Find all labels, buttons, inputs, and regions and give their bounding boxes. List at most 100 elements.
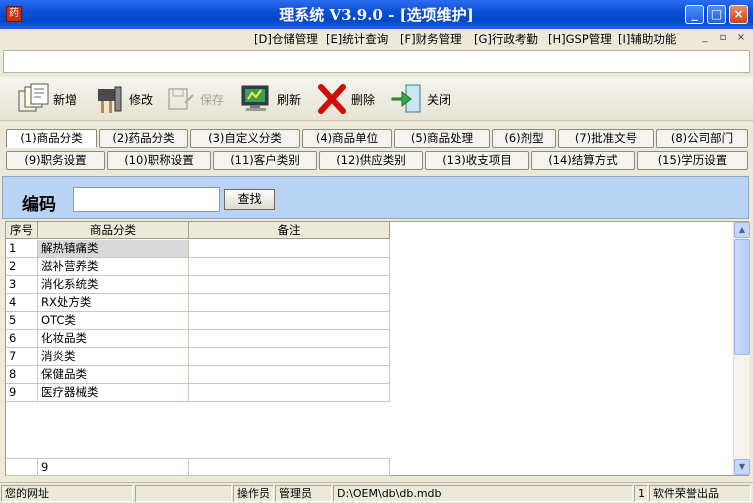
save-label: 保存 bbox=[200, 92, 225, 107]
tab-customer-type[interactable]: (11)客户类别 bbox=[213, 151, 317, 170]
tab-income-expense[interactable]: (13)收支项目 bbox=[425, 151, 529, 170]
index-cell[interactable]: 9 bbox=[6, 384, 38, 402]
refresh-label: 刷新 bbox=[277, 92, 302, 107]
title-bar: 药 理系统 V3.9.0 - [选项维护] _ □ × bbox=[0, 0, 753, 29]
menu-tools[interactable]: [I]辅助功能 bbox=[618, 31, 676, 47]
save-button[interactable]: 保存 bbox=[165, 82, 224, 116]
header-index[interactable]: 序号 bbox=[6, 222, 38, 239]
remark-cell[interactable] bbox=[189, 348, 390, 366]
category-cell[interactable]: 消炎类 bbox=[38, 348, 189, 366]
category-cell[interactable]: 滋补营养类 bbox=[38, 258, 189, 276]
tab-education[interactable]: (15)学历设置 bbox=[637, 151, 748, 170]
remark-cell[interactable] bbox=[189, 384, 390, 402]
close-window-button[interactable]: × bbox=[729, 5, 748, 24]
tab-product-handling[interactable]: (5)商品处理 bbox=[394, 129, 490, 148]
mdi-minimize-icon[interactable]: _ bbox=[698, 32, 712, 45]
menu-statistics[interactable]: [E]统计查询 bbox=[326, 31, 388, 47]
remark-cell[interactable] bbox=[189, 240, 390, 258]
menu-gsp[interactable]: [H]GSP管理 bbox=[548, 31, 612, 47]
menu-finance[interactable]: [F]财务管理 bbox=[400, 31, 462, 47]
edit-label: 修改 bbox=[129, 92, 154, 107]
remark-cell[interactable] bbox=[189, 294, 390, 312]
save-disk-icon bbox=[168, 88, 194, 110]
category-cell[interactable]: OTC类 bbox=[38, 312, 189, 330]
table-row[interactable]: 9 医疗器械类 bbox=[6, 384, 390, 402]
footer-index-cell bbox=[6, 458, 38, 476]
menu-bar: [D]仓储管理 [E]统计查询 [F]财务管理 [G]行政考勤 [H]GSP管理… bbox=[0, 29, 753, 48]
tab-job-settings[interactable]: (9)职务设置 bbox=[6, 151, 105, 170]
table-row[interactable]: 6 化妆品类 bbox=[6, 330, 390, 348]
table-row[interactable]: 4 RX处方类 bbox=[6, 294, 390, 312]
new-document-icon bbox=[18, 83, 49, 112]
menu-admin[interactable]: [G]行政考勤 bbox=[474, 31, 538, 47]
new-button[interactable]: 新增 bbox=[16, 82, 77, 116]
index-cell[interactable]: 7 bbox=[6, 348, 38, 366]
exit-door-icon bbox=[391, 84, 421, 113]
index-cell[interactable]: 8 bbox=[6, 366, 38, 384]
table-row[interactable]: 3 消化系统类 bbox=[6, 276, 390, 294]
scroll-down-icon[interactable]: ▼ bbox=[734, 459, 750, 475]
table-row[interactable]: 7 消炎类 bbox=[6, 348, 390, 366]
scroll-up-icon[interactable]: ▲ bbox=[734, 222, 750, 238]
menu-storage[interactable]: [D]仓储管理 bbox=[254, 31, 318, 47]
find-button[interactable]: 查找 bbox=[224, 189, 275, 210]
table-row[interactable]: 2 滋补营养类 bbox=[6, 258, 390, 276]
status-operator-label: 操作员 bbox=[233, 485, 274, 502]
category-cell[interactable]: 保健品类 bbox=[38, 366, 189, 384]
maximize-button[interactable]: □ bbox=[707, 5, 726, 24]
remark-cell[interactable] bbox=[189, 330, 390, 348]
data-grid: 序号 商品分类 备注 1 解热镇痛类 2 滋补营养类 3 消化系统类 4 RX处方类 5 OTC类… bbox=[5, 221, 750, 476]
category-cell[interactable]: RX处方类 bbox=[38, 294, 189, 312]
status-db-path: D:\OEM\db\db.mdb bbox=[333, 485, 633, 502]
new-label: 新增 bbox=[53, 92, 78, 107]
mdi-close-icon[interactable]: × bbox=[734, 32, 748, 45]
tab-company-department[interactable]: (8)公司部门 bbox=[656, 129, 748, 148]
remark-cell[interactable] bbox=[189, 276, 390, 294]
minimize-button[interactable]: _ bbox=[685, 5, 704, 24]
status-operator: 管理员 bbox=[275, 485, 332, 502]
status-bar: 您的网址 操作员 管理员 D:\OEM\db\db.mdb 1 软件荣誉出品 bbox=[0, 482, 753, 503]
remark-cell[interactable] bbox=[189, 366, 390, 384]
index-cell[interactable]: 5 bbox=[6, 312, 38, 330]
table-row[interactable]: 8 保健品类 bbox=[6, 366, 390, 384]
close-button[interactable]: 关闭 bbox=[390, 82, 451, 116]
scroll-thumb[interactable] bbox=[734, 239, 750, 355]
window-title: 理系统 V3.9.0 - [选项维护] bbox=[279, 6, 474, 24]
mdi-restore-icon[interactable]: ▫ bbox=[716, 32, 730, 45]
remark-cell[interactable] bbox=[189, 258, 390, 276]
category-cell[interactable]: 解热镇痛类 bbox=[38, 240, 189, 258]
category-cell[interactable]: 消化系统类 bbox=[38, 276, 189, 294]
code-input[interactable] bbox=[73, 187, 220, 212]
header-remark[interactable]: 备注 bbox=[189, 222, 390, 239]
tab-approval-number[interactable]: (7)批准文号 bbox=[558, 129, 654, 148]
edit-button[interactable]: 修改 bbox=[94, 82, 153, 116]
tab-product-unit[interactable]: (4)商品单位 bbox=[302, 129, 392, 148]
index-cell[interactable]: 4 bbox=[6, 294, 38, 312]
status-credit: 软件荣誉出品 bbox=[649, 485, 751, 502]
tab-supplier-type[interactable]: (12)供应类别 bbox=[319, 151, 423, 170]
footer-remark-cell bbox=[189, 458, 390, 476]
index-cell[interactable]: 3 bbox=[6, 276, 38, 294]
tab-dosage-form[interactable]: (6)剂型 bbox=[492, 129, 556, 148]
vertical-scrollbar[interactable]: ▲ ▼ bbox=[733, 222, 750, 475]
header-category[interactable]: 商品分类 bbox=[38, 222, 189, 239]
index-cell[interactable]: 2 bbox=[6, 258, 38, 276]
index-cell[interactable]: 1 bbox=[6, 240, 38, 258]
delete-button[interactable]: 删除 bbox=[316, 82, 375, 116]
table-row[interactable]: 1 解热镇痛类 bbox=[6, 240, 390, 258]
tab-drug-category[interactable]: (2)药品分类 bbox=[99, 129, 188, 148]
tab-product-category[interactable]: (1)商品分类 bbox=[6, 129, 97, 148]
tab-settlement-method[interactable]: (14)结算方式 bbox=[531, 151, 635, 170]
tab-custom-category[interactable]: (3)自定义分类 bbox=[190, 129, 300, 148]
delete-x-icon bbox=[318, 84, 346, 114]
status-website: 您的网址 bbox=[1, 485, 133, 502]
tab-title-settings[interactable]: (10)职称设置 bbox=[107, 151, 211, 170]
category-cell[interactable]: 医疗器械类 bbox=[38, 384, 189, 402]
remark-cell[interactable] bbox=[189, 312, 390, 330]
toolbar: 新增 修改 保存 刷新 删除 关闭 bbox=[0, 77, 753, 121]
refresh-button[interactable]: 刷新 bbox=[240, 82, 301, 116]
table-row[interactable]: 5 OTC类 bbox=[6, 312, 390, 330]
index-cell[interactable]: 6 bbox=[6, 330, 38, 348]
category-cell[interactable]: 化妆品类 bbox=[38, 330, 189, 348]
refresh-monitor-icon bbox=[241, 85, 269, 111]
